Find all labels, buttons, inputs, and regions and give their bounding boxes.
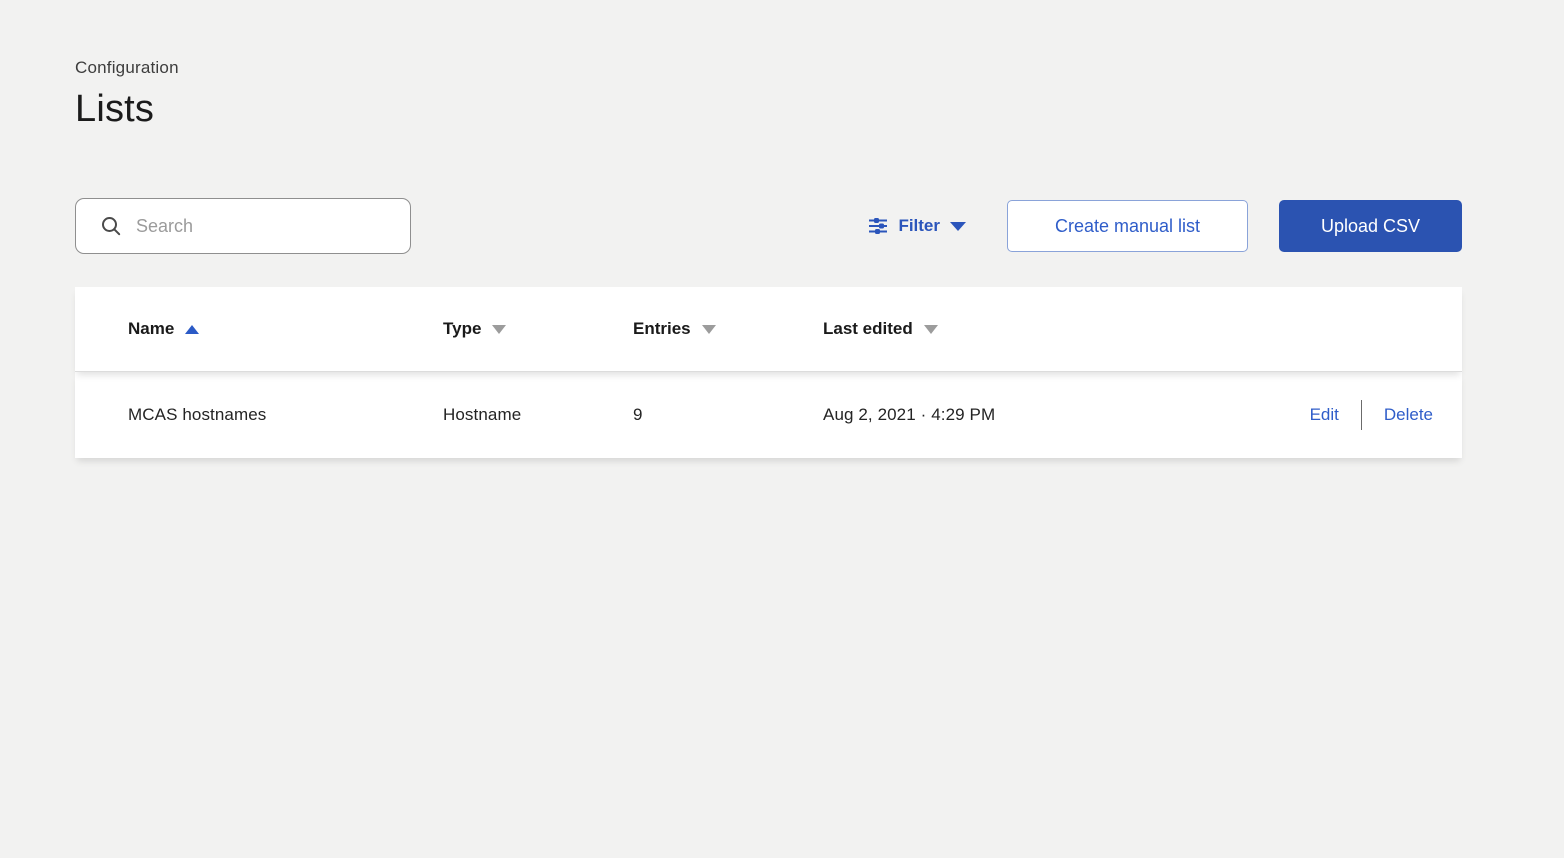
row-last-edited-cell: Aug 2, 2021 · 4:29 PM xyxy=(823,405,996,424)
upload-csv-button[interactable]: Upload CSV xyxy=(1279,200,1462,252)
breadcrumb: Configuration xyxy=(75,58,179,77)
page-title: Lists xyxy=(75,88,155,130)
column-header-name[interactable]: Name xyxy=(128,319,443,339)
toolbar: Filter Create manual list Upload CSV xyxy=(75,198,1462,254)
table-row: MCAS hostnames Hostname 9 Aug 2, 2021 · … xyxy=(75,372,1462,458)
row-type-cell: Hostname xyxy=(443,405,522,424)
chevron-down-icon xyxy=(950,221,966,231)
triangle-down-icon xyxy=(701,324,716,334)
sliders-icon xyxy=(868,216,888,236)
table-header-row: Name Type Entries Last edited xyxy=(75,287,1462,372)
row-name-cell: MCAS hostnames xyxy=(128,405,267,424)
triangle-up-icon xyxy=(185,324,200,334)
filter-label: Filter xyxy=(898,216,940,235)
column-header-last-edited[interactable]: Last edited xyxy=(823,319,1433,339)
row-actions-cell: Edit Delete xyxy=(1310,400,1462,430)
lists-table: Name Type Entries Last edited MCAS hostn… xyxy=(75,287,1462,458)
row-entries-cell: 9 xyxy=(633,405,643,424)
column-header-name-label: Name xyxy=(128,319,175,338)
triangle-down-icon xyxy=(923,324,938,334)
main-content: Configuration Lists Search Filter Create… xyxy=(75,0,1462,458)
edit-link[interactable]: Edit xyxy=(1310,405,1339,425)
triangle-down-icon xyxy=(492,324,507,334)
column-header-entries[interactable]: Entries xyxy=(633,319,823,339)
filter-dropdown[interactable]: Filter xyxy=(868,216,966,236)
search-icon xyxy=(100,215,122,237)
column-header-type-label: Type xyxy=(443,319,482,338)
action-divider xyxy=(1360,400,1362,430)
column-header-type[interactable]: Type xyxy=(443,319,633,339)
search-box[interactable] xyxy=(75,198,411,254)
create-manual-list-button[interactable]: Create manual list xyxy=(1007,200,1248,252)
column-header-last-edited-label: Last edited xyxy=(823,319,913,338)
column-header-entries-label: Entries xyxy=(633,319,691,338)
search-input[interactable] xyxy=(136,215,394,237)
delete-link[interactable]: Delete xyxy=(1384,405,1433,425)
